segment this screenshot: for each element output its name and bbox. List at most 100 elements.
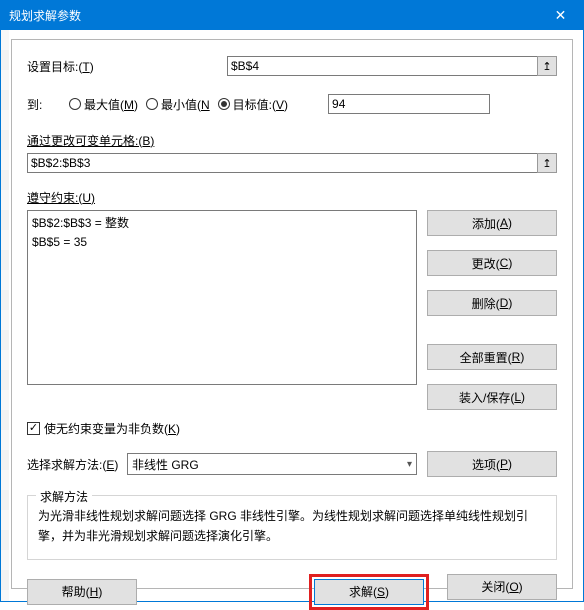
left-edge-bg xyxy=(1,30,9,601)
set-objective-label: 设置目标:(T) xyxy=(27,58,227,75)
solve-highlight: 求解(S) xyxy=(309,574,429,610)
t: ) xyxy=(98,585,102,599)
t: 添加( xyxy=(472,215,500,232)
t: ) xyxy=(521,390,525,404)
to-row: 到: 最大值(M) 最小值(N 目标值:(V) xyxy=(27,94,557,114)
chevron-down-icon: ▾ xyxy=(407,459,412,470)
checkbox-icon: ✓ xyxy=(27,422,40,435)
radio-max[interactable]: 最大值(M) xyxy=(69,96,138,113)
delete-button[interactable]: 删除(D) xyxy=(427,290,557,316)
load-save-button[interactable]: 装入/保存(L) xyxy=(427,384,557,410)
t: ) xyxy=(114,458,118,472)
t: ) xyxy=(520,350,524,364)
radio-icon xyxy=(218,98,230,110)
radio-max-label: 最大值(M) xyxy=(84,96,138,113)
a: D xyxy=(500,296,509,310)
radio-min[interactable]: 最小值(N xyxy=(146,96,210,113)
change-button[interactable]: 更改(C) xyxy=(427,250,557,276)
constraint-item[interactable]: $B$5 = 35 xyxy=(32,233,412,252)
constraints-label: 遵守约束:(U) xyxy=(27,189,557,206)
a: R xyxy=(512,350,521,364)
a: V xyxy=(276,98,284,112)
a: S xyxy=(377,585,385,599)
close-icon: ✕ xyxy=(555,7,567,24)
t: 选项( xyxy=(472,456,500,473)
t: 全部重置( xyxy=(460,349,512,366)
objective-input[interactable] xyxy=(227,56,538,76)
reset-all-button[interactable]: 全部重置(R) xyxy=(427,344,557,370)
a: H xyxy=(90,585,99,599)
constraint-item[interactable]: $B$2:$B$3 = 整数 xyxy=(32,214,412,233)
changing-cells-input[interactable] xyxy=(27,153,538,173)
a: N xyxy=(201,98,210,112)
right-buttons: 求解(S) 关闭(O) xyxy=(309,574,557,610)
t: ) xyxy=(176,422,180,436)
constraints-area: $B$2:$B$3 = 整数$B$5 = 35 添加(A) 更改(C) 删除(D… xyxy=(27,210,557,410)
a: L xyxy=(514,390,521,404)
dialog-window: 规划求解参数 ✕ 设置目标:(T) ↥ 到: 最大值(M) 最小值(N xyxy=(0,0,584,602)
t: 最小值( xyxy=(161,98,201,112)
changing-cells-row: ↥ xyxy=(27,153,557,173)
a: A xyxy=(500,216,508,230)
t: 使无约束变量为非负数( xyxy=(44,422,168,436)
objective-refedit-button[interactable]: ↥ xyxy=(537,56,557,76)
add-button[interactable]: 添加(A) xyxy=(427,210,557,236)
t: 删除( xyxy=(472,295,500,312)
radio-icon xyxy=(69,98,81,110)
t: 更改( xyxy=(472,255,500,272)
t: 通过更改可变单元格:( xyxy=(27,134,142,148)
a: M xyxy=(124,98,134,112)
t: 帮助( xyxy=(62,583,90,600)
t: ) xyxy=(284,98,288,112)
groupbox-title: 求解方法 xyxy=(36,488,92,505)
constraint-buttons: 添加(A) 更改(C) 删除(D) 全部重置(R) 装入/保存(L) xyxy=(427,210,557,410)
changing-cells-refedit-button[interactable]: ↥ xyxy=(537,153,557,173)
a: U xyxy=(82,191,91,205)
t: ) xyxy=(134,98,138,112)
constraints-listbox[interactable]: $B$2:$B$3 = 整数$B$5 = 35 xyxy=(27,210,417,385)
t: 目标值:( xyxy=(233,98,276,112)
help-button[interactable]: 帮助(H) xyxy=(27,579,137,605)
objective-row: 设置目标:(T) ↥ xyxy=(27,56,557,76)
a: C xyxy=(500,256,509,270)
method-value: 非线性 GRG xyxy=(132,456,199,473)
method-select[interactable]: 非线性 GRG ▾ xyxy=(127,453,417,475)
client-area: 设置目标:(T) ↥ 到: 最大值(M) 最小值(N 目标值:(V) xyxy=(11,39,573,589)
to-radio-group: 最大值(M) 最小值(N 目标值:(V) xyxy=(69,96,288,113)
options-button[interactable]: 选项(P) xyxy=(427,451,557,477)
to-label: 到: xyxy=(27,96,69,113)
t: ) xyxy=(91,191,95,205)
bottom-buttons: 帮助(H) 求解(S) 关闭(O) xyxy=(27,574,557,610)
a: K xyxy=(168,422,176,436)
text: ) xyxy=(90,60,94,74)
t: 关闭( xyxy=(481,578,509,595)
nonneg-label: 使无约束变量为非负数(K) xyxy=(44,420,180,437)
t: ) xyxy=(508,216,512,230)
t: ) xyxy=(385,585,389,599)
collapse-icon: ↥ xyxy=(542,60,551,73)
t: ) xyxy=(508,296,512,310)
method-label: 选择求解方法:(E) xyxy=(27,456,127,473)
text: 设置目标:( xyxy=(27,60,82,74)
radio-min-label: 最小值(N xyxy=(161,96,210,113)
t: 遵守约束:( xyxy=(27,191,82,205)
a: O xyxy=(509,580,518,594)
radio-value-label: 目标值:(V) xyxy=(233,96,288,113)
t: 装入/保存( xyxy=(459,389,514,406)
method-row: 选择求解方法:(E) 非线性 GRG ▾ 选项(P) xyxy=(27,451,557,477)
groupbox-text: 为光滑非线性规划求解问题选择 GRG 非线性引擎。为线性规划求解问题选择单纯线性… xyxy=(38,506,546,547)
t: 求解( xyxy=(349,583,377,600)
titlebar: 规划求解参数 ✕ xyxy=(1,1,583,30)
a: P xyxy=(500,457,508,471)
t: ) xyxy=(508,256,512,270)
target-value-input[interactable] xyxy=(328,94,490,114)
nonneg-checkbox-row[interactable]: ✓ 使无约束变量为非负数(K) xyxy=(27,420,557,437)
t: 最大值( xyxy=(84,98,124,112)
collapse-icon: ↥ xyxy=(542,157,551,170)
window-close-button[interactable]: ✕ xyxy=(538,1,583,30)
close-button[interactable]: 关闭(O) xyxy=(447,574,557,600)
t: ) xyxy=(150,134,154,148)
solve-button[interactable]: 求解(S) xyxy=(314,579,424,605)
t: ) xyxy=(508,457,512,471)
radio-value-of[interactable]: 目标值:(V) xyxy=(218,96,288,113)
